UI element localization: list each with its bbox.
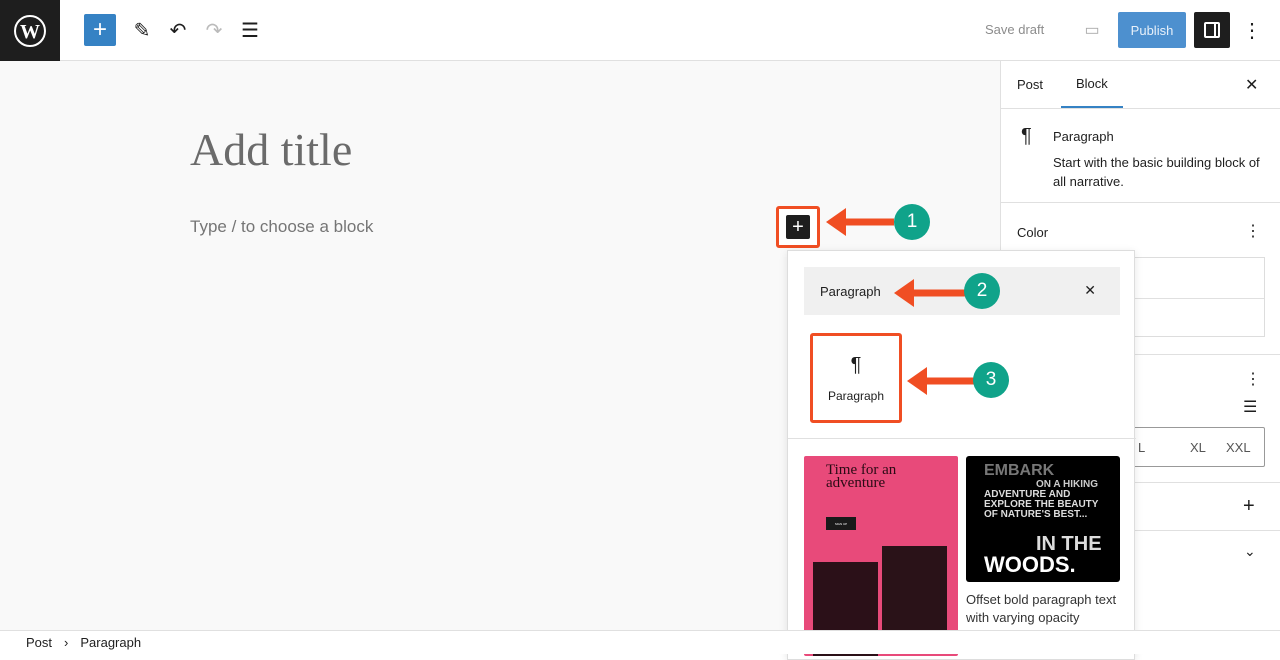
block-inserter-button[interactable]: + xyxy=(84,14,116,46)
publish-button[interactable]: Publish xyxy=(1118,12,1186,48)
pattern-caption: Offset bold paragraph text with varying … xyxy=(966,592,1117,625)
step-badge: 2 xyxy=(964,273,1000,309)
redo-icon[interactable]: ↷ xyxy=(200,14,228,46)
search-value: Paragraph xyxy=(820,283,881,299)
block-description: Start with the basic building block of a… xyxy=(1053,155,1260,189)
post-title-input[interactable]: Add title xyxy=(190,123,352,176)
pattern-heading: Time for an adventure xyxy=(826,462,897,491)
plus-icon[interactable]: + xyxy=(1243,495,1255,518)
size-l[interactable]: L xyxy=(1138,440,1145,455)
color-panel-title: Color xyxy=(1017,225,1049,240)
annotation-arrow xyxy=(826,208,894,236)
wordpress-logo[interactable]: W xyxy=(0,0,60,61)
pattern-button: SIGN UP xyxy=(826,517,856,530)
pattern-preview-adventure[interactable]: Time for an adventure SIGN UP xyxy=(804,456,958,656)
typography-options-icon[interactable]: ⋮ xyxy=(1245,369,1261,389)
tab-post[interactable]: Post xyxy=(1017,61,1043,108)
chevron-right-icon: › xyxy=(64,635,69,650)
size-xl[interactable]: XL xyxy=(1190,440,1206,455)
block-placeholder[interactable]: Type / to choose a block xyxy=(190,217,373,237)
block-breadcrumb: Post › Paragraph xyxy=(0,630,1280,654)
close-icon[interactable]: ✕ xyxy=(1245,61,1258,108)
list-view-icon[interactable]: ☰ xyxy=(236,14,264,46)
settings-sidebar-toggle[interactable] xyxy=(1194,12,1230,48)
annotation-arrow xyxy=(907,367,977,395)
chevron-down-icon[interactable]: ⌄ xyxy=(1244,543,1256,560)
breadcrumb-post[interactable]: Post xyxy=(26,635,52,650)
block-result-paragraph[interactable]: ¶ Paragraph xyxy=(810,333,902,423)
undo-icon[interactable]: ↶ xyxy=(164,14,192,46)
step-badge: 3 xyxy=(973,362,1009,398)
pattern-preview-embark[interactable]: EMBARK ON A HIKING ADVENTURE AND EXPLORE… xyxy=(966,456,1120,582)
size-xxl[interactable]: XXL xyxy=(1226,440,1251,455)
paragraph-icon: ¶ xyxy=(1021,125,1032,147)
block-result-label: Paragraph xyxy=(827,388,885,403)
paragraph-icon: ¶ xyxy=(850,353,862,376)
save-draft-button[interactable]: Save draft xyxy=(985,22,1044,37)
block-name: Paragraph xyxy=(1053,129,1114,144)
preview-icon[interactable]: ▭ xyxy=(1078,14,1106,46)
step-badge: 1 xyxy=(894,204,930,240)
top-toolbar: W + ✎ ↶ ↷ ☰ Save draft ▭ Publish ⋮ xyxy=(0,0,1280,61)
pattern-text: IN THE xyxy=(1036,533,1102,555)
clear-search-icon[interactable]: ✕ xyxy=(1084,282,1096,299)
annotation-arrow xyxy=(894,279,966,307)
color-options-icon[interactable]: ⋮ xyxy=(1245,221,1261,241)
pattern-text: WOODS. xyxy=(984,552,1076,577)
more-options-icon[interactable]: ⋮ xyxy=(1240,14,1264,46)
sliders-icon[interactable]: ☰ xyxy=(1243,397,1257,417)
breadcrumb-paragraph[interactable]: Paragraph xyxy=(80,635,141,650)
pattern-text: ADVENTURE AND EXPLORE THE BEAUTY OF NATU… xyxy=(984,489,1099,520)
pencil-icon[interactable]: ✎ xyxy=(128,14,156,46)
plus-icon: + xyxy=(786,215,810,239)
svg-text:W: W xyxy=(20,21,40,43)
pattern-text: EMBARK xyxy=(984,462,1055,479)
inline-inserter-button[interactable]: + xyxy=(776,206,820,248)
tab-block[interactable]: Block xyxy=(1061,61,1123,108)
